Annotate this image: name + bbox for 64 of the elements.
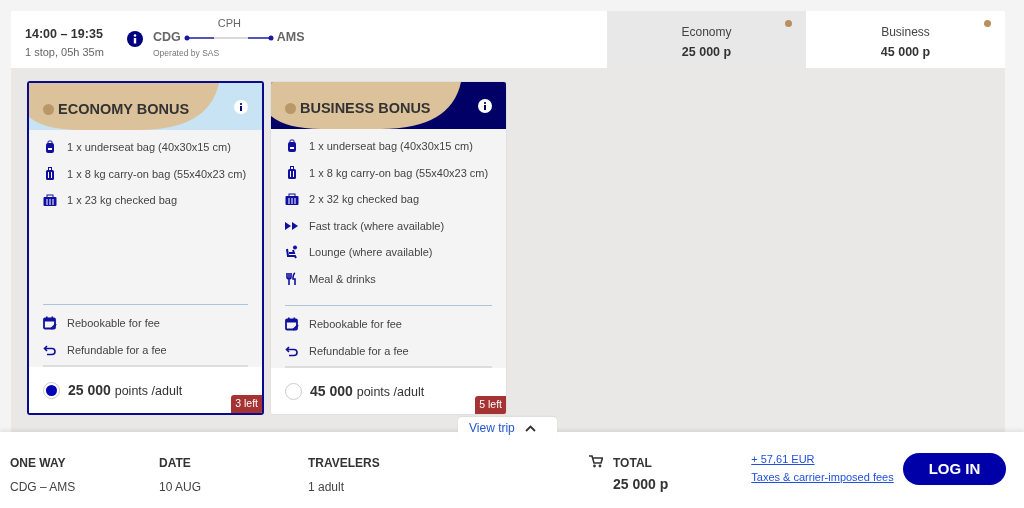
suitcase-icon (43, 193, 57, 208)
fare-tab[interactable]: Economy 25 000 p (607, 11, 806, 68)
summary-label: ONE WAY (10, 455, 67, 472)
radio-button[interactable] (43, 381, 60, 399)
operator-text: Operated by SAS (153, 46, 221, 60)
status-dot (43, 104, 54, 116)
calendar-edit-icon (43, 316, 57, 331)
stopover-code: CPH (217, 16, 241, 32)
origin-code: CDG (153, 29, 181, 46)
status-dot (984, 20, 991, 27)
info-icon[interactable] (478, 99, 492, 113)
login-button[interactable]: LOG IN (903, 453, 1006, 485)
fees-link[interactable]: Taxes & carrier-imposed fees (751, 471, 894, 483)
flight-times: 14:00 – 19:35 (25, 26, 104, 43)
flight-duration: 1 stop, 05h 35m (25, 44, 105, 60)
points-price: 25 000 points /adult (68, 380, 183, 400)
feature-text: 1 x 23 kg checked bag (67, 193, 178, 208)
feature-text: Meal & drinks (309, 271, 376, 287)
return-arrow-icon (285, 343, 299, 358)
feature-text: Rebookable for fee (309, 317, 402, 332)
trolley-bag-icon (43, 166, 57, 181)
total-points: 25 000 p (613, 475, 669, 494)
trolley-bag-icon (285, 165, 299, 180)
feature-text: 1 x underseat bag (40x30x15 cm) (309, 139, 473, 154)
feature-text: 2 x 32 kg checked bag (309, 192, 420, 207)
fare-card[interactable]: ECONOMY BONUS 1 x underseat bag (40x30x15 cm) 1 x 8 kg carry-on bag (55x40x23 cm) 1 x 23 kg checked bag Rebookable for fee Refundable for a fee 25 000 points /adult 3 left (27, 81, 264, 415)
summary-label: DATE (159, 455, 192, 472)
backpack-icon (43, 140, 57, 155)
info-icon[interactable] (127, 31, 143, 47)
status-dot (285, 103, 296, 115)
chevron-up-icon (524, 424, 536, 432)
card-title: BUSINESS BONUS (300, 99, 431, 118)
feature-text: 1 x 8 kg carry-on bag (55x40x23 cm) (309, 165, 489, 181)
feature-text: Rebookable for fee (67, 316, 160, 331)
points-price: 45 000 points /adult (310, 381, 425, 401)
backpack-icon (285, 139, 299, 154)
view-trip-tab[interactable]: View trip (458, 417, 557, 439)
feature-text: Lounge (where available) (309, 245, 433, 260)
fork-knife-icon (285, 271, 299, 286)
summary-label: TRAVELERS (308, 455, 381, 472)
feature-text: Refundable for a fee (309, 343, 409, 359)
calendar-edit-icon (285, 317, 299, 332)
radio-button[interactable] (285, 382, 302, 400)
summary-value: 10 AUG (159, 479, 203, 496)
summary-value: CDG – AMS (10, 479, 77, 496)
feature-text: Refundable for a fee (67, 342, 167, 358)
summary-value: 1 adult (308, 479, 346, 496)
return-arrow-icon (43, 342, 57, 357)
total-label: TOTAL (613, 455, 653, 472)
status-dot (785, 20, 792, 27)
suitcase-icon (285, 192, 299, 207)
seated-person-icon (285, 245, 299, 260)
cart-icon (589, 455, 603, 468)
feature-text: Fast track (where available) (309, 218, 445, 234)
feature-text: 1 x 8 kg carry-on bag (55x40x23 cm) (67, 166, 247, 182)
seats-left-badge: 5 left (475, 396, 506, 414)
feature-text: 1 x underseat bag (40x30x15 cm) (67, 140, 231, 155)
card-title: ECONOMY BONUS (58, 100, 190, 119)
fee-amount-link[interactable]: + 57,61 EUR (751, 453, 815, 465)
route-line-icon (183, 35, 274, 42)
destination-code: AMS (276, 29, 305, 46)
seats-left-badge: 3 left (231, 395, 262, 413)
fare-card[interactable] (270, 81, 507, 415)
info-icon[interactable] (234, 100, 248, 114)
